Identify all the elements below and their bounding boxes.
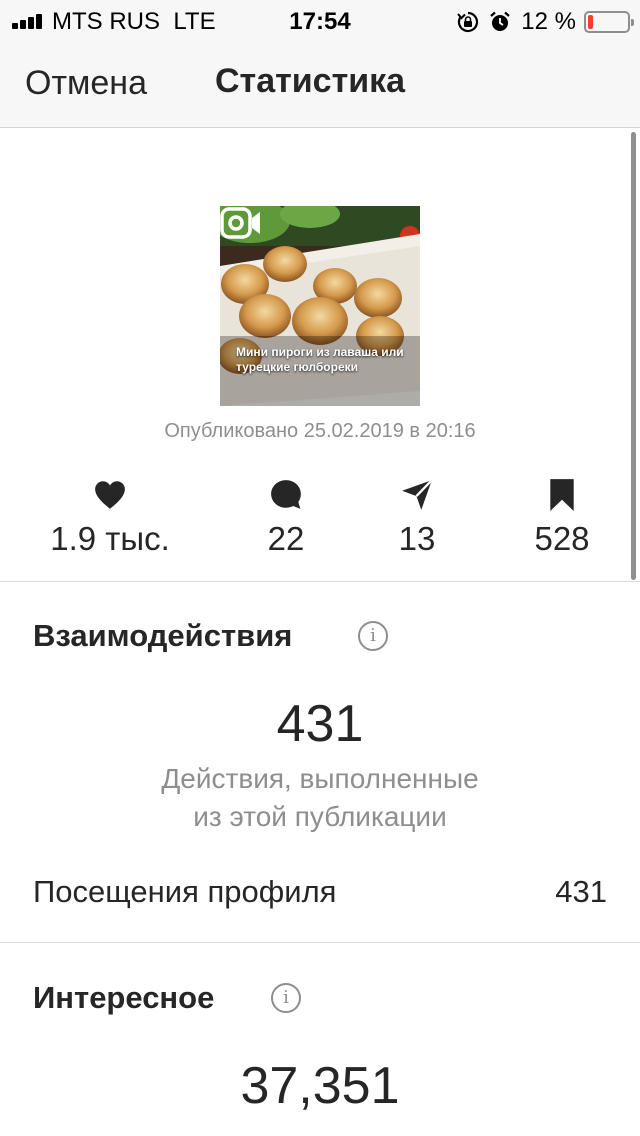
discovery-total: 37,351	[240, 1057, 400, 1115]
comments-count: 22	[267, 520, 305, 557]
shares-metric: 13	[367, 478, 467, 558]
scrollbar[interactable]	[631, 132, 636, 580]
alarm-icon	[490, 11, 511, 31]
profile-visits-value: 431	[555, 874, 607, 909]
orientation-lock-icon	[457, 11, 479, 33]
saves-count: 528	[534, 520, 590, 557]
thumbnail-caption: Мини пироги из лаваша или турецкие гюлбо…	[236, 345, 404, 374]
heart-icon	[95, 481, 125, 509]
cancel-button[interactable]: Отмена	[25, 64, 147, 103]
comments-metric: 22	[236, 478, 336, 558]
profile-visits-label: Посещения профиля	[33, 874, 337, 909]
discovery-info-icon[interactable]: i	[271, 983, 301, 1013]
shares-count: 13	[398, 520, 436, 557]
statistics-screen: MTS RUS LTE 17:54 12 % Отмена Статистика…	[0, 0, 640, 1136]
interactions-info-icon[interactable]: i	[358, 621, 388, 651]
bookmark-icon	[550, 479, 574, 511]
battery-cap	[631, 19, 634, 26]
battery-icon	[584, 11, 634, 33]
post-thumbnail[interactable]: Мини пироги из лаваша или турецкие гюлбо…	[220, 206, 420, 406]
battery-percent: 12 %	[521, 8, 576, 35]
divider	[0, 581, 640, 582]
likes-metric: 1.9 тыс.	[40, 478, 180, 558]
interactions-title: Взаимодействия	[33, 618, 293, 653]
comment-icon	[271, 480, 301, 509]
page-title: Статистика	[215, 62, 406, 100]
likes-count: 1.9 тыс.	[50, 520, 170, 557]
discovery-title: Интересное	[33, 980, 215, 1015]
published-date: Опубликовано 25.02.2019 в 20:16	[164, 420, 476, 442]
video-icon	[220, 207, 260, 239]
interactions-total: 431	[276, 695, 364, 753]
divider	[0, 942, 640, 943]
saves-metric: 528	[512, 478, 612, 558]
status-bar: MTS RUS LTE 17:54 12 %	[0, 0, 640, 40]
interactions-description-line2: из этой публикации	[193, 801, 447, 832]
battery-level-fill	[588, 15, 593, 29]
interactions-description-line1: Действия, выполненные	[161, 763, 479, 794]
navigation-bar: Отмена Статистика	[0, 40, 640, 128]
send-icon	[402, 479, 433, 510]
status-right: 12 %	[457, 8, 634, 36]
